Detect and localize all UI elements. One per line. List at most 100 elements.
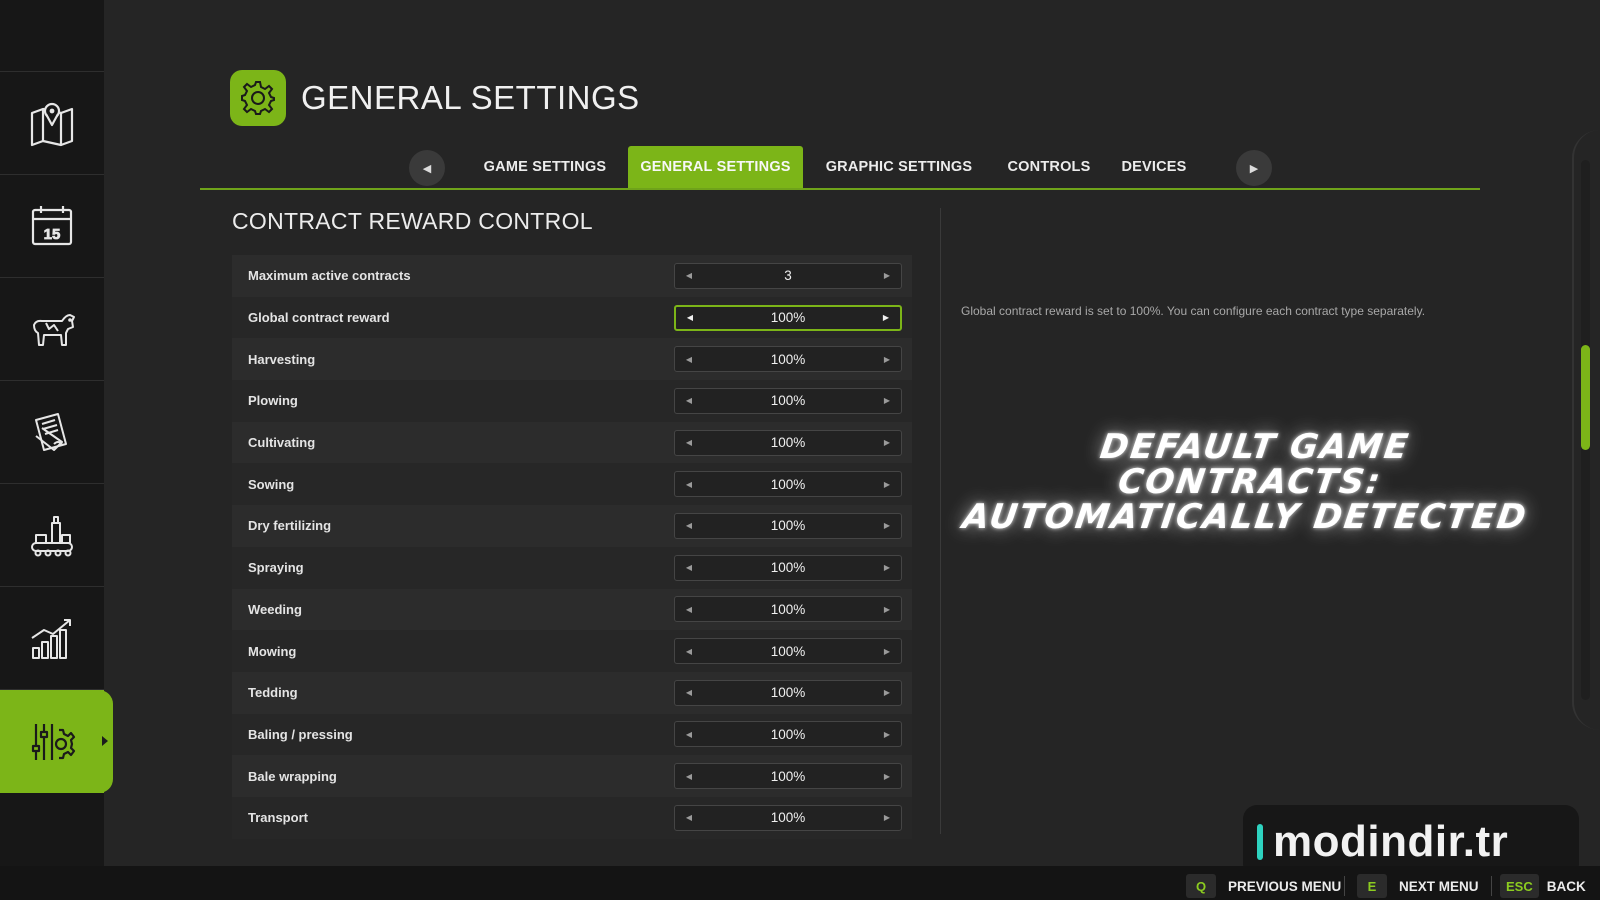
key-e: E <box>1357 874 1387 898</box>
setting-label: Maximum active contracts <box>248 268 411 284</box>
increase-arrow-icon[interactable]: ▶ <box>881 480 893 489</box>
sidebar-item-statistics[interactable] <box>0 587 104 690</box>
tab-next-button[interactable]: ▶ <box>1236 150 1272 186</box>
tab-prev-button[interactable]: ◀ <box>409 150 445 186</box>
decrease-arrow-icon[interactable]: ◀ <box>683 688 695 697</box>
gear-icon <box>241 81 275 115</box>
value-stepper[interactable]: ◀ 100% ▶ <box>674 804 902 831</box>
value-stepper[interactable]: ◀ 100% ▶ <box>674 512 902 539</box>
sidebar-item-calendar[interactable]: 15 <box>0 175 104 278</box>
next-menu-hint[interactable]: E NEXT MENU <box>1357 874 1479 898</box>
setting-row[interactable]: Weeding ◀ 100% ▶ <box>232 588 912 631</box>
value-stepper[interactable]: ◀ 3 ▶ <box>674 262 902 289</box>
chevron-right-icon: ▶ <box>1249 162 1259 175</box>
sidebar-item-animals[interactable] <box>0 278 104 381</box>
decrease-arrow-icon[interactable]: ◀ <box>684 313 696 322</box>
next-menu-label: NEXT MENU <box>1399 878 1479 894</box>
statistics-icon <box>31 619 71 659</box>
setting-row[interactable]: Cultivating ◀ 100% ▶ <box>232 421 912 464</box>
increase-arrow-icon[interactable]: ▶ <box>881 647 893 656</box>
setting-row[interactable]: Tedding ◀ 100% ▶ <box>232 671 912 714</box>
setting-label: Cultivating <box>248 435 316 451</box>
increase-arrow-icon[interactable]: ▶ <box>881 438 893 447</box>
setting-row[interactable]: Maximum active contracts ◀ 3 ▶ <box>232 255 912 297</box>
sidebar-item-production[interactable] <box>0 484 104 587</box>
value-stepper[interactable]: ◀ 100% ▶ <box>674 679 902 706</box>
increase-arrow-icon[interactable]: ▶ <box>880 313 892 322</box>
setting-row[interactable]: Global contract reward ◀ 100% ▶ <box>232 296 912 339</box>
setting-row[interactable]: Plowing ◀ 100% ▶ <box>232 380 912 422</box>
chevron-left-icon: ◀ <box>422 162 432 175</box>
calendar-day: 15 <box>44 226 61 243</box>
value-stepper[interactable]: ◀ 100% ▶ <box>674 429 902 456</box>
value-stepper[interactable]: ◀ 100% ▶ <box>674 638 902 665</box>
increase-arrow-icon[interactable]: ▶ <box>881 521 893 530</box>
scrollbar-thumb[interactable] <box>1581 345 1590 450</box>
decrease-arrow-icon[interactable]: ◀ <box>683 730 695 739</box>
increase-arrow-icon[interactable]: ▶ <box>881 730 893 739</box>
increase-arrow-icon[interactable]: ▶ <box>881 355 893 364</box>
decrease-arrow-icon[interactable]: ◀ <box>683 396 695 405</box>
tab-controls[interactable]: CONTROLS <box>998 146 1100 188</box>
decrease-arrow-icon[interactable]: ◀ <box>683 772 695 781</box>
stepper-value: 100% <box>770 726 806 742</box>
decrease-arrow-icon[interactable]: ◀ <box>683 647 695 656</box>
setting-label: Spraying <box>248 560 304 576</box>
key-q: Q <box>1186 874 1216 898</box>
decrease-arrow-icon[interactable]: ◀ <box>683 813 695 822</box>
value-stepper[interactable]: ◀ 100% ▶ <box>674 304 902 331</box>
calendar-icon: 15 <box>31 206 73 246</box>
value-stepper[interactable]: ◀ 100% ▶ <box>674 763 902 790</box>
setting-row[interactable]: Baling / pressing ◀ 100% ▶ <box>232 713 912 756</box>
sidebar-item-settings[interactable] <box>0 690 113 793</box>
decrease-arrow-icon[interactable]: ◀ <box>683 355 695 364</box>
decrease-arrow-icon[interactable]: ◀ <box>683 271 695 280</box>
setting-row[interactable]: Harvesting ◀ 100% ▶ <box>232 338 912 381</box>
increase-arrow-icon[interactable]: ▶ <box>881 605 893 614</box>
tab-graphic-settings[interactable]: GRAPHIC SETTINGS <box>812 146 986 188</box>
footer-separator <box>1344 876 1345 896</box>
setting-row[interactable]: Dry fertilizing ◀ 100% ▶ <box>232 505 912 547</box>
increase-arrow-icon[interactable]: ▶ <box>881 772 893 781</box>
tab-devices[interactable]: DEVICES <box>1112 146 1196 188</box>
value-stepper[interactable]: ◀ 100% ▶ <box>674 387 902 414</box>
stepper-value: 100% <box>770 476 806 492</box>
setting-label: Plowing <box>248 393 298 409</box>
setting-label: Harvesting <box>248 351 316 367</box>
overlay-line-2: CONTRACTS: <box>1115 462 1385 502</box>
increase-arrow-icon[interactable]: ▶ <box>881 563 893 572</box>
setting-row[interactable]: Bale wrapping ◀ 100% ▶ <box>232 755 912 797</box>
contracts-icon <box>35 413 67 451</box>
footer-separator <box>1491 876 1492 896</box>
decrease-arrow-icon[interactable]: ◀ <box>683 605 695 614</box>
value-stepper[interactable]: ◀ 100% ▶ <box>674 596 902 623</box>
decrease-arrow-icon[interactable]: ◀ <box>683 563 695 572</box>
sidebar-item-contracts[interactable] <box>0 381 104 484</box>
tab-game-settings[interactable]: GAME SETTINGS <box>470 146 620 188</box>
increase-arrow-icon[interactable]: ▶ <box>881 271 893 280</box>
setting-row[interactable]: Mowing ◀ 100% ▶ <box>232 630 912 672</box>
setting-row[interactable]: Transport ◀ 100% ▶ <box>232 796 912 839</box>
value-stepper[interactable]: ◀ 100% ▶ <box>674 554 902 581</box>
value-stepper[interactable]: ◀ 100% ▶ <box>674 471 902 498</box>
sidebar-top <box>0 0 104 72</box>
panel-divider <box>940 208 941 834</box>
value-stepper[interactable]: ◀ 100% ▶ <box>674 346 902 373</box>
back-hint[interactable]: ESC BACK <box>1500 874 1586 898</box>
settings-screen: 15 GENERAL SETTINGS ◀ GAME SETTINGS GENE… <box>0 0 1600 900</box>
increase-arrow-icon[interactable]: ▶ <box>881 396 893 405</box>
section-title: CONTRACT REWARD CONTROL <box>232 208 593 234</box>
decrease-arrow-icon[interactable]: ◀ <box>683 521 695 530</box>
decrease-arrow-icon[interactable]: ◀ <box>683 438 695 447</box>
previous-menu-hint[interactable]: Q PREVIOUS MENU <box>1186 874 1341 898</box>
increase-arrow-icon[interactable]: ▶ <box>881 813 893 822</box>
sidebar-item-map[interactable] <box>0 72 104 175</box>
setting-row[interactable]: Spraying ◀ 100% ▶ <box>232 546 912 589</box>
increase-arrow-icon[interactable]: ▶ <box>881 688 893 697</box>
setting-row[interactable]: Sowing ◀ 100% ▶ <box>232 463 912 506</box>
stepper-value: 100% <box>770 435 806 451</box>
decrease-arrow-icon[interactable]: ◀ <box>683 480 695 489</box>
stepper-value: 100% <box>770 810 806 826</box>
tab-general-settings[interactable]: GENERAL SETTINGS <box>628 146 803 188</box>
value-stepper[interactable]: ◀ 100% ▶ <box>674 721 902 748</box>
